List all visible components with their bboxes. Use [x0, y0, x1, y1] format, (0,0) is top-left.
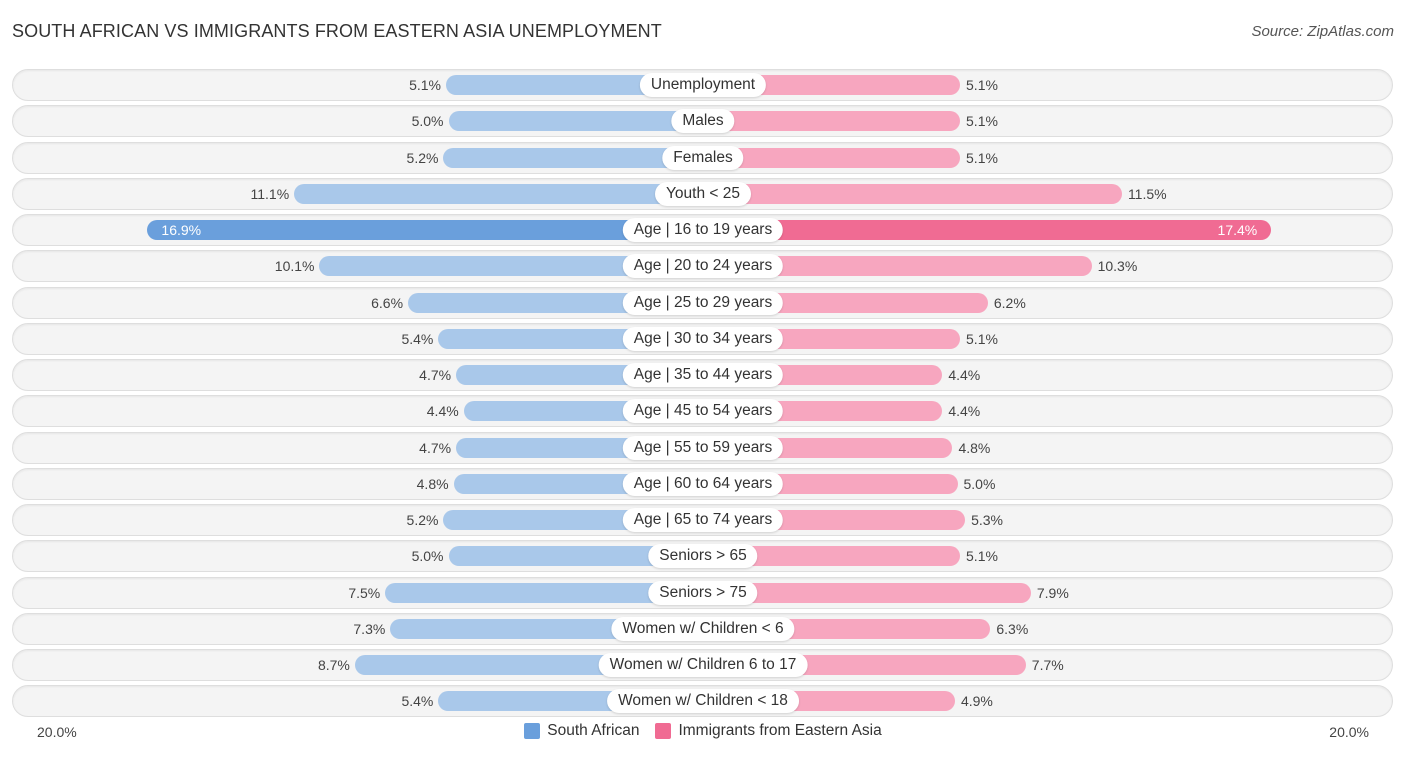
category-label: Unemployment [639, 73, 767, 97]
bar-south-african[interactable] [294, 183, 703, 204]
value-label-immigrants: 6.3% [996, 620, 1029, 637]
category-label: Age | 20 to 24 years [622, 254, 784, 279]
value-label-immigrants: 4.4% [948, 403, 981, 420]
legend-swatch-immigrants [655, 723, 672, 739]
chart-row: 5.2% 5.1% Females [12, 140, 1393, 174]
value-label-south-african: 5.0% [411, 548, 444, 565]
value-label-south-african: 7.3% [353, 620, 386, 637]
category-label: Seniors > 65 [648, 544, 758, 569]
chart-row: 5.4% 4.9% Women w/ Children < 18 [12, 683, 1393, 718]
chart-row: 16.9% 17.4% Age | 16 to 19 years [12, 212, 1393, 246]
value-label-immigrants: 5.1% [966, 113, 998, 130]
source-label: Source: ZipAtlas.com [1251, 23, 1394, 40]
category-label: Females [662, 145, 744, 170]
value-label-immigrants: 4.9% [960, 693, 993, 710]
chart-row: 4.8% 5.0% Age | 60 to 64 years [12, 466, 1393, 500]
value-label-south-african: 5.1% [409, 77, 441, 93]
value-label-immigrants: 5.1% [966, 149, 998, 166]
chart-row: 5.1% 5.1% Unemployment [12, 67, 1393, 101]
category-label: Age | 25 to 29 years [622, 290, 784, 315]
chart-row: 4.7% 4.4% Age | 35 to 44 years [12, 357, 1393, 391]
chart-row: 6.6% 6.2% Age | 25 to 29 years [12, 285, 1393, 319]
chart-row: 5.0% 5.1% Males [12, 103, 1393, 138]
legend-label-immigrants: Immigrants from Eastern Asia [678, 722, 882, 739]
value-label-immigrants: 5.1% [966, 77, 998, 93]
value-label-south-african: 6.6% [371, 294, 404, 311]
value-label-immigrants: 6.2% [993, 294, 1026, 311]
value-label-south-african: 5.0% [411, 113, 444, 130]
value-label-south-african: 7.5% [348, 584, 381, 601]
value-label-immigrants: 4.4% [948, 367, 981, 383]
value-label-immigrants: 5.3% [971, 512, 1003, 528]
bar-south-african[interactable] [448, 111, 703, 132]
category-label: Age | 65 to 74 years [622, 508, 784, 532]
value-label-south-african: 8.7% [317, 657, 350, 673]
value-label-south-african: 4.7% [419, 439, 452, 456]
category-label: Age | 60 to 64 years [622, 471, 784, 496]
value-label-south-african: 16.9% [161, 222, 202, 238]
chart-row: 5.2% 5.3% Age | 65 to 74 years [12, 502, 1393, 536]
chart-row: 5.0% 5.1% Seniors > 65 [12, 538, 1393, 573]
value-label-south-african: 4.8% [416, 475, 449, 492]
chart-row: 8.7% 7.7% Women w/ Children 6 to 17 [12, 647, 1393, 681]
category-label: Women w/ Children < 18 [607, 689, 799, 714]
category-label: Seniors > 75 [648, 580, 758, 605]
category-label: Women w/ Children < 6 [611, 616, 795, 641]
value-label-south-african: 10.1% [274, 258, 315, 275]
value-label-immigrants: 5.1% [966, 548, 998, 565]
category-label: Age | 55 to 59 years [622, 435, 784, 460]
chart-row: 4.4% 4.4% Age | 45 to 54 years [12, 393, 1393, 428]
chart-row: 7.5% 7.9% Seniors > 75 [12, 575, 1393, 609]
value-label-south-african: 4.4% [426, 403, 459, 420]
legend-item-south-african[interactable]: South African [524, 722, 639, 740]
chart-row: 7.3% 6.3% Women w/ Children < 6 [12, 611, 1393, 645]
value-label-immigrants: 5.0% [963, 475, 996, 492]
value-label-south-african: 5.4% [401, 693, 434, 710]
value-label-south-african: 5.2% [406, 149, 439, 166]
value-label-immigrants: 10.3% [1097, 258, 1138, 275]
bar-immigrants[interactable] [703, 183, 1122, 204]
category-label: Youth < 25 [655, 181, 751, 206]
chart-title: SOUTH AFRICAN VS IMMIGRANTS FROM EASTERN… [12, 21, 662, 41]
category-label: Age | 30 to 34 years [622, 326, 784, 351]
legend-swatch-south-african [524, 723, 541, 739]
value-label-south-african: 5.4% [401, 330, 434, 347]
value-label-immigrants: 7.9% [1036, 584, 1069, 601]
value-label-immigrants: 7.7% [1031, 657, 1064, 673]
legend-item-immigrants[interactable]: Immigrants from Eastern Asia [655, 722, 882, 740]
chart-row: 4.7% 4.8% Age | 55 to 59 years [12, 430, 1393, 464]
bar-immigrants[interactable] [703, 111, 961, 132]
category-label: Males [671, 109, 735, 134]
category-label: Age | 35 to 44 years [622, 363, 784, 387]
chart-row: 11.1% 11.5% Youth < 25 [12, 176, 1393, 210]
chart-row: 5.4% 5.1% Age | 30 to 34 years [12, 321, 1393, 355]
bar-south-african[interactable] [147, 220, 703, 240]
value-label-immigrants: 17.4% [1217, 222, 1258, 238]
value-label-south-african: 4.7% [419, 367, 452, 383]
value-label-south-african: 5.2% [406, 512, 439, 528]
value-label-immigrants: 4.8% [958, 439, 991, 456]
legend-label-south-african: South African [547, 722, 640, 739]
chart-row: 10.1% 10.3% Age | 20 to 24 years [12, 248, 1393, 283]
value-label-immigrants: 11.5% [1127, 185, 1167, 202]
category-label: Age | 45 to 54 years [622, 399, 784, 424]
category-label: Women w/ Children 6 to 17 [598, 653, 808, 677]
bar-immigrants[interactable] [703, 220, 1272, 240]
legend: South African Immigrants from Eastern As… [0, 722, 1406, 740]
category-label: Age | 16 to 19 years [622, 218, 784, 242]
value-label-immigrants: 5.1% [966, 330, 998, 347]
value-label-south-african: 11.1% [250, 185, 290, 202]
